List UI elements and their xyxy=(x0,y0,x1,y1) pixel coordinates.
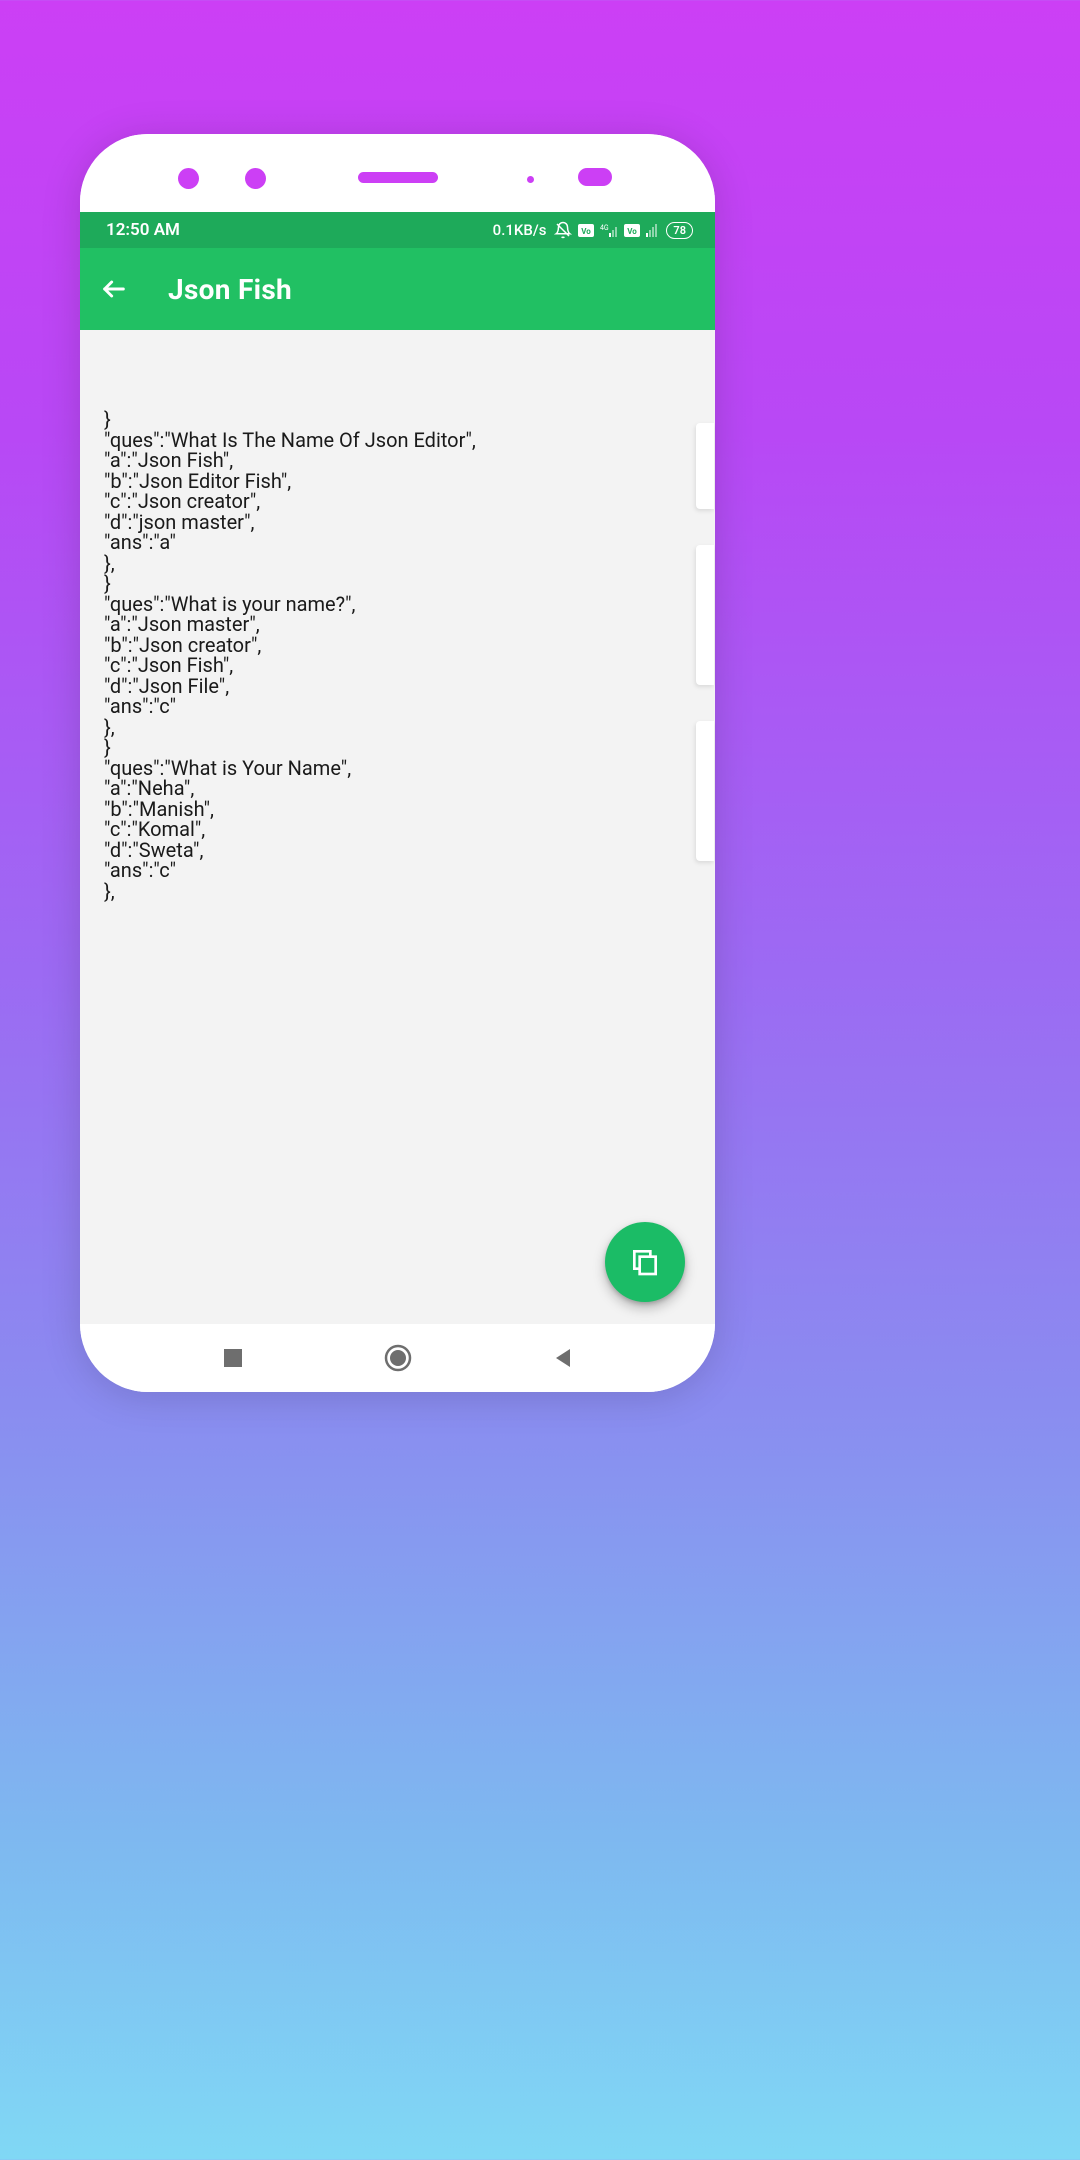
system-nav-bar xyxy=(80,1324,715,1392)
volte-icon-1: Vo xyxy=(578,224,594,237)
side-buttons xyxy=(696,423,1080,897)
circle-icon xyxy=(383,1343,413,1373)
back-button[interactable] xyxy=(98,273,130,305)
square-icon xyxy=(222,1347,244,1369)
notch-camera xyxy=(578,168,612,186)
copy-icon xyxy=(629,1246,661,1278)
notch-speaker xyxy=(358,172,438,183)
svg-text:Vo: Vo xyxy=(628,227,638,236)
status-time: 12:50 AM xyxy=(106,220,180,240)
nav-recents-button[interactable] xyxy=(203,1328,263,1388)
notch-sensor-2 xyxy=(245,168,266,189)
status-network-speed: 0.1KB/s xyxy=(493,221,547,239)
app-bar: Json Fish xyxy=(80,248,715,330)
copy-fab[interactable] xyxy=(605,1222,685,1302)
nav-back-button[interactable] xyxy=(533,1328,593,1388)
signal-icon-2 xyxy=(646,223,660,237)
arrow-left-icon xyxy=(100,275,128,303)
svg-text:Vo: Vo xyxy=(582,227,592,236)
notch-area xyxy=(80,134,715,212)
app-title: Json Fish xyxy=(168,273,292,306)
status-bar: 12:50 AM 0.1KB/s Vo 4G Vo 78 xyxy=(80,212,715,248)
svg-text:4G: 4G xyxy=(600,224,609,232)
status-right-group: 0.1KB/s Vo 4G Vo 78 xyxy=(493,221,693,239)
volte-icon-2: Vo xyxy=(624,224,640,237)
json-text: } "ques":"What Is The Name Of Json Edito… xyxy=(104,409,691,901)
notch-sensor-1 xyxy=(178,168,199,189)
power-button[interactable] xyxy=(696,423,714,509)
volume-down-button[interactable] xyxy=(696,721,714,861)
signal-icon-1: 4G xyxy=(600,223,618,237)
triangle-left-icon xyxy=(552,1347,574,1369)
nav-home-button[interactable] xyxy=(368,1328,428,1388)
dnd-icon xyxy=(554,221,572,239)
notch-sensor-3 xyxy=(527,176,534,183)
content-area[interactable]: } "ques":"What Is The Name Of Json Edito… xyxy=(80,330,715,1324)
phone-frame: 12:50 AM 0.1KB/s Vo 4G Vo 78 Json Fish xyxy=(80,134,715,1392)
volume-up-button[interactable] xyxy=(696,545,714,685)
battery-indicator: 78 xyxy=(666,222,693,239)
